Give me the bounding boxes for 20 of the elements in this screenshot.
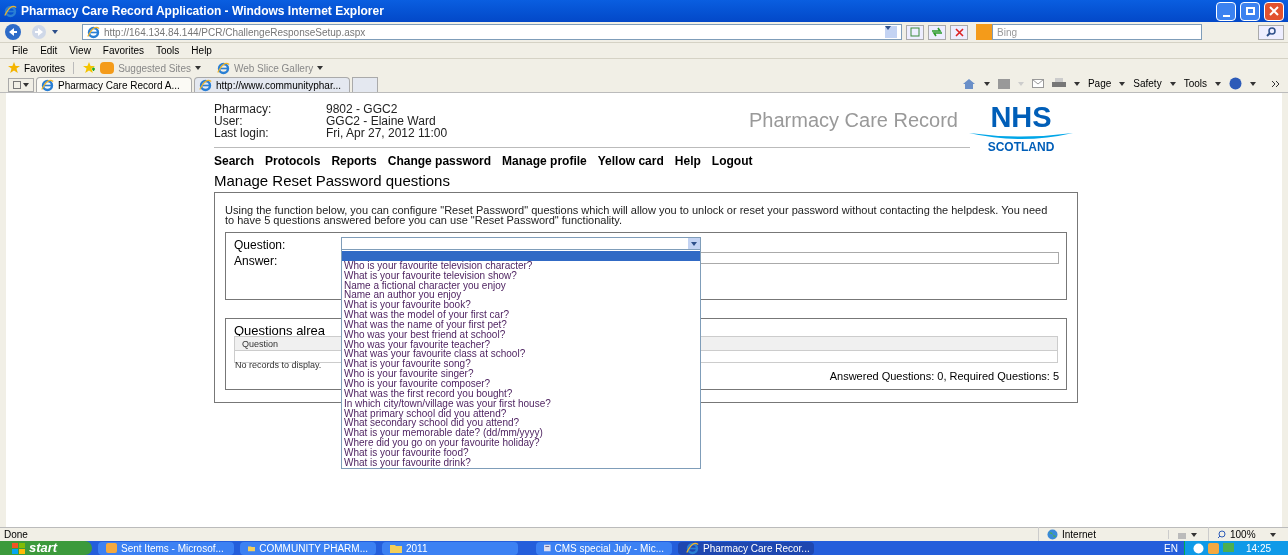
info-label: Last login: <box>214 127 270 139</box>
info-value: Fri, Apr 27, 2012 11:00 <box>326 127 448 139</box>
panel-title: Questions alrea <box>234 322 326 340</box>
intro-text: Using the function below, you can configure "Reset Password" questions which will allow you to unlock or reset your password without contacting the helpdesk. You need to have 5 questions answered before you can use "Reset Password" functionality. <box>225 205 1049 225</box>
nhs-logo-text: NHS <box>990 103 1052 131</box>
clock: 14:25 <box>1246 541 1272 555</box>
field-label: Answer: <box>234 253 278 270</box>
security-zone: Internet <box>1062 528 1096 542</box>
answer-summary: Answered Questions: 0, Required Questions: 5 <box>829 369 1059 384</box>
field-label: Question: <box>234 237 286 254</box>
empty-message: No records to display. <box>235 360 322 371</box>
app-title: Pharmacy Care Record <box>749 108 958 133</box>
info-label: User: <box>214 115 243 127</box>
info-label: Pharmacy: <box>214 103 273 115</box>
window-title: Pharmacy Care Record Application - Windows Internet Explorer <box>21 3 384 20</box>
info-value: GGC2 - Elaine Ward <box>326 115 436 127</box>
scotland-logo-text: SCOTLAND <box>987 141 1055 153</box>
status-text: Done <box>4 528 28 542</box>
page-heading: Manage Reset Password questions <box>214 172 451 189</box>
info-value: 9802 - GGC2 <box>326 103 398 115</box>
